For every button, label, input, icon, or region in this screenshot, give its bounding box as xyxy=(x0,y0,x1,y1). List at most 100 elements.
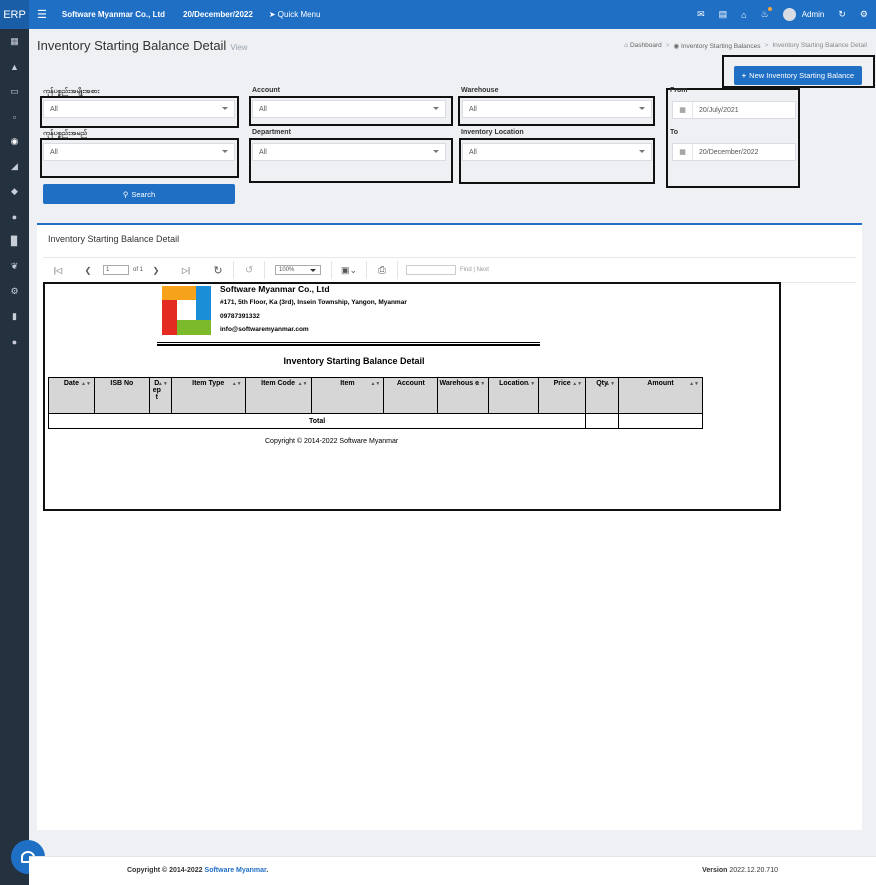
find-input[interactable] xyxy=(406,265,457,275)
company-logo xyxy=(162,286,211,335)
total-amount-cell xyxy=(618,413,703,429)
first-page-icon[interactable]: |◁ xyxy=(43,257,73,283)
report-table-header-row: Date ▲▼ ISB No D ep t ▲▼ Item Type ▲▼ Item … xyxy=(48,377,703,414)
total-label: Total xyxy=(47,413,587,429)
sidebar-bar-chart-icon[interactable]: ▉ xyxy=(0,229,29,254)
inventory-location-label: Inventory Location xyxy=(461,129,524,136)
column-header-label: ISB No xyxy=(110,380,134,387)
last-page-icon[interactable]: ▷| xyxy=(169,257,203,283)
footer-copyright-suffix: . xyxy=(266,867,269,874)
to-date-input[interactable]: ▦ 20/December/2022 xyxy=(672,143,796,161)
sidebar-leaf-icon[interactable]: ❦ xyxy=(0,254,29,279)
export-save-icon[interactable]: ▣⌄ xyxy=(332,257,366,283)
sidebar-inventory-icon[interactable]: ◉ xyxy=(0,129,29,154)
breadcrumb-current: Inventory Starting Balance Detail xyxy=(772,42,867,49)
logo-green-block xyxy=(177,320,211,335)
document-icon[interactable]: ▤ xyxy=(719,9,728,20)
column-header-price[interactable]: Price ▲▼ xyxy=(538,377,587,414)
column-header-date[interactable]: Date ▲▼ xyxy=(48,377,95,414)
report-viewer-toolbar: |◁ ❮ 1 of 1 ❯ ▷| ↻ ↺ 100% ▣⌄ ⎙ Find | Ne… xyxy=(43,257,856,283)
inventory-location-select[interactable]: All xyxy=(462,143,652,161)
sidebar-diamond-icon[interactable]: ◆ xyxy=(0,179,29,204)
back-icon[interactable]: ↺ xyxy=(234,257,264,283)
print-icon[interactable]: ⎙ xyxy=(367,257,397,283)
page-number-group: 1 of 1 xyxy=(103,257,143,283)
page-count-label: of 1 xyxy=(133,267,144,273)
from-date-input[interactable]: ▦ 20/July/2021 xyxy=(672,101,796,119)
chevron-down-icon xyxy=(433,150,439,153)
top-bar: ERP ☰ Software Myanmar Co., Ltd 20/Decem… xyxy=(0,0,876,29)
column-header-label: Item xyxy=(340,380,355,387)
item-type-select[interactable]: All xyxy=(43,100,235,118)
chevron-down-icon xyxy=(222,107,228,110)
column-header-item-type[interactable]: Item Type ▲▼ xyxy=(170,377,246,414)
panel-title: Inventory Starting Balance Detail xyxy=(48,234,180,244)
home-icon[interactable]: ⌂ xyxy=(741,10,746,20)
department-select[interactable]: All xyxy=(252,143,446,161)
search-button[interactable]: ⚲ Search xyxy=(43,184,235,204)
user-menu[interactable]: Admin xyxy=(782,8,824,21)
page-number-input[interactable]: 1 xyxy=(103,265,129,275)
menu-toggle-icon[interactable]: ☰ xyxy=(37,8,47,21)
column-header-isb-no[interactable]: ISB No xyxy=(93,377,150,414)
breadcrumb-dashboard[interactable]: ⌂ Dashboard xyxy=(624,42,662,50)
bell-icon[interactable]: ♨ xyxy=(761,7,772,20)
breadcrumb-isb-list-label: Inventory Starting Balances xyxy=(681,43,761,50)
column-header-dept[interactable]: D ep t ▲▼ xyxy=(148,377,172,414)
zoom-select[interactable]: 100% xyxy=(275,265,322,275)
sidebar: ▦ ▲ ▭ ▫ ◉ ◢ ◆ ● ▉ ❦ ⚙ ▮ ● xyxy=(0,29,29,885)
report-company-address: #171, 5th Floor, Ka (3rd), Insein Townsh… xyxy=(220,299,407,306)
chevron-down-icon xyxy=(310,269,317,272)
next-page-icon[interactable]: ❯ xyxy=(143,257,169,283)
footer-company-link[interactable]: Software Myanmar xyxy=(205,867,267,874)
column-header-warehouse[interactable]: Warehous e ▲▼ xyxy=(437,377,490,414)
sidebar-message-icon[interactable]: ● xyxy=(0,329,29,354)
item-name-select[interactable]: All xyxy=(43,143,235,161)
sort-icon: ▲▼ xyxy=(297,381,308,387)
sidebar-card-icon[interactable]: ▭ xyxy=(0,79,29,104)
column-header-item-code[interactable]: Item Code ▲▼ xyxy=(244,377,312,414)
department-label: Department xyxy=(252,129,291,136)
sidebar-chart-icon[interactable]: ▲ xyxy=(0,54,29,79)
chat-icon[interactable]: ✉ xyxy=(697,9,705,20)
refresh-icon[interactable]: ↻ xyxy=(838,9,846,20)
sidebar-cart-icon[interactable]: ◢ xyxy=(0,154,29,179)
column-header-amount[interactable]: Amount ▲▼ xyxy=(618,377,703,414)
to-date-value: 20/December/2022 xyxy=(699,148,759,156)
avatar xyxy=(782,8,796,21)
column-header-account[interactable]: Account xyxy=(383,377,439,414)
refresh-report-icon[interactable]: ↻ xyxy=(203,257,233,283)
breadcrumb-isb-list[interactable]: ◉ Inventory Starting Balances xyxy=(674,42,761,50)
find-group: Find | Next xyxy=(398,257,489,283)
chevron-down-icon xyxy=(639,107,645,110)
new-inventory-starting-balance-button[interactable]: + New Inventory Starting Balance xyxy=(734,66,862,85)
column-header-label: Warehous e xyxy=(439,380,479,387)
footer-copyright-prefix: Copyright © 2014-2022 xyxy=(127,867,205,874)
sidebar-calculator-icon[interactable]: ▦ xyxy=(0,29,29,54)
sidebar-settings-icon[interactable]: ⚙ xyxy=(0,279,29,304)
warehouse-value: All xyxy=(469,105,477,113)
find-button[interactable]: Find xyxy=(460,267,472,273)
brand-logo[interactable]: ERP xyxy=(0,0,29,29)
footer-copyright: Copyright © 2014-2022 Software Myanmar. xyxy=(127,867,268,874)
calendar-icon: ▦ xyxy=(673,144,693,160)
quick-menu-link[interactable]: ➤ Quick Menu xyxy=(269,10,321,19)
previous-page-icon[interactable]: ❮ xyxy=(73,257,103,283)
company-name: Software Myanmar Co., Ltd xyxy=(61,10,165,19)
report-copyright: Copyright © 2014-2022 Software Myanmar xyxy=(265,438,399,445)
column-header-label: Item Code xyxy=(261,380,295,387)
sidebar-book-icon[interactable]: ▮ xyxy=(0,304,29,329)
column-header-qty[interactable]: Qty ▲▼ xyxy=(585,377,620,414)
warehouse-select[interactable]: All xyxy=(462,100,652,118)
sidebar-users-icon[interactable]: ● xyxy=(0,204,29,229)
sort-icon: ▲▼ xyxy=(157,381,168,387)
column-header-location[interactable]: Location ▲▼ xyxy=(488,377,540,414)
column-header-item[interactable]: Item ▲▼ xyxy=(310,377,385,414)
account-select[interactable]: All xyxy=(252,100,446,118)
gear-icon[interactable]: ⚙ xyxy=(860,9,868,20)
find-next-button[interactable]: Next xyxy=(477,267,489,273)
to-label: To xyxy=(670,129,679,136)
column-header-label: Location xyxy=(499,380,529,387)
report-header-divider xyxy=(157,342,540,346)
sidebar-clipboard-icon[interactable]: ▫ xyxy=(0,104,29,129)
